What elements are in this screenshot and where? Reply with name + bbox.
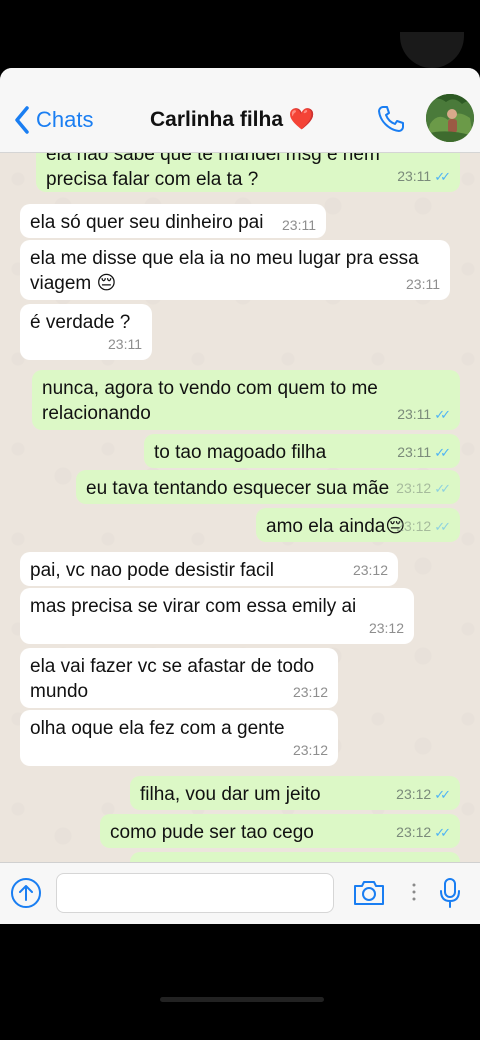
phone-icon: [378, 106, 404, 132]
message-text: pai, vc nao pode desistir facil: [30, 560, 274, 581]
message-meta: 23:12 ✓✓: [396, 514, 451, 539]
message-meta: 23:12: [353, 558, 388, 583]
home-indicator: [160, 997, 324, 1002]
more-options-icon[interactable]: [412, 883, 416, 906]
message-time: 23:12: [292, 742, 328, 758]
camera-icon: [354, 881, 384, 905]
message-meta: 23:12 ✓✓: [396, 476, 451, 501]
message-text: olha oque ela fez com a gente: [30, 718, 285, 739]
read-ticks-icon: ✓✓: [434, 787, 451, 802]
message-bubble-incoming[interactable]: é verdade ? 23:11: [20, 304, 152, 360]
message-text: nunca, agora to vendo com quem to me rel…: [42, 378, 378, 424]
message-bubble-outgoing[interactable]: amo ela ainda😔 23:12 ✓✓: [256, 508, 460, 542]
message-input[interactable]: [56, 873, 334, 913]
message-bubble-incoming[interactable]: olha oque ela fez com a gente 23:12: [20, 710, 338, 766]
message-meta: 23:11 ✓✓: [397, 440, 451, 465]
message-time: 23:11: [108, 336, 142, 352]
message-time: 23:11: [406, 276, 440, 292]
chat-header: Chats Carlinha filha ❤️: [0, 68, 480, 153]
message-time: 23:12: [368, 620, 404, 636]
message-meta: 23:11: [108, 332, 142, 357]
attach-button[interactable]: [10, 877, 42, 914]
read-ticks-icon: ✓✓: [434, 519, 451, 534]
message-bubble-outgoing-partial[interactable]: [130, 852, 460, 862]
message-meta: 23:12 ✓✓: [396, 782, 451, 807]
heart-emoji: ❤️: [288, 108, 316, 131]
message-bubble-outgoing[interactable]: filha, vou dar um jeito 23:12 ✓✓: [130, 776, 460, 810]
message-bubble-outgoing[interactable]: como pude ser tao cego 23:12 ✓✓: [100, 814, 460, 848]
avatar[interactable]: [426, 94, 474, 142]
message-text: ela nao sabe que te mandei msg e nem pre…: [46, 152, 380, 190]
message-bubble-outgoing[interactable]: ela nao sabe que te mandei msg e nem pre…: [36, 152, 460, 192]
message-text: ela vai fazer vc se afastar de todo mund…: [30, 656, 315, 702]
message-text: ela só quer seu dinheiro pai: [30, 212, 264, 233]
message-bubble-incoming[interactable]: mas precisa se virar com essa emily ai 2…: [20, 588, 414, 644]
message-bubble-outgoing[interactable]: eu tava tentando esquecer sua mãe 23:12 ✓…: [76, 470, 460, 504]
contact-name[interactable]: Carlinha filha ❤️: [150, 108, 315, 132]
message-bubble-incoming[interactable]: ela me disse que ela ia no meu lugar pra…: [20, 240, 450, 300]
contact-name-text: Carlinha filha: [150, 108, 284, 131]
chevron-left-icon: [15, 106, 29, 134]
read-ticks-icon: ✓✓: [434, 481, 451, 496]
avatar-image: [426, 94, 474, 142]
message-time: 23:11: [397, 444, 432, 460]
message-time: 23:12: [396, 518, 432, 534]
message-meta: 23:11 ✓✓: [397, 164, 451, 189]
message-time: 23:12: [352, 562, 388, 578]
message-meta: 23:11: [282, 213, 316, 238]
message-time: 23:12: [396, 824, 432, 840]
message-bubble-outgoing[interactable]: to tao magoado filha 23:11 ✓✓: [144, 434, 460, 468]
message-bubble-incoming[interactable]: pai, vc nao pode desistir facil 23:12: [20, 552, 398, 586]
call-button[interactable]: [376, 104, 406, 139]
message-text: ela me disse que ela ia no meu lugar pra…: [30, 248, 419, 294]
message-time: 23:11: [397, 406, 432, 422]
back-label: Chats: [36, 107, 94, 132]
camera-notch: [400, 32, 464, 68]
read-ticks-icon: ✓✓: [434, 407, 451, 422]
message-meta: 23:11: [406, 272, 440, 297]
message-bubble-outgoing[interactable]: nunca, agora to vendo com quem to me rel…: [32, 370, 460, 430]
mic-button[interactable]: [438, 877, 462, 914]
message-bubble-incoming[interactable]: ela só quer seu dinheiro pai 23:11: [20, 204, 326, 238]
chat-area[interactable]: ela nao sabe que te mandei msg e nem pre…: [0, 152, 480, 862]
message-time: 23:12: [396, 480, 432, 496]
read-ticks-icon: ✓✓: [434, 445, 451, 460]
message-bubble-incoming[interactable]: ela vai fazer vc se afastar de todo mund…: [20, 648, 338, 708]
back-button[interactable]: Chats: [14, 106, 93, 134]
message-time: 23:12: [292, 684, 328, 700]
message-meta: 23:12 ✓✓: [396, 820, 451, 845]
upload-icon: [11, 878, 41, 908]
message-meta: 23:12: [293, 680, 328, 705]
message-meta: 23:11 ✓✓: [397, 402, 451, 427]
app-window: Chats Carlinha filha ❤️ ela nao sabe que…: [0, 68, 480, 924]
microphone-icon: [440, 878, 460, 908]
message-time: 23:11: [282, 217, 316, 233]
message-meta: 23:12: [293, 738, 328, 763]
read-ticks-icon: ✓✓: [434, 169, 451, 184]
message-time: 23:12: [396, 786, 432, 802]
composer-bar: [0, 862, 480, 924]
read-ticks-icon: ✓✓: [434, 825, 451, 840]
camera-button[interactable]: [352, 879, 386, 912]
message-time: 23:11: [397, 168, 432, 184]
message-meta: 23:12: [369, 616, 404, 641]
message-text: mas precisa se virar com essa emily ai: [30, 596, 357, 617]
